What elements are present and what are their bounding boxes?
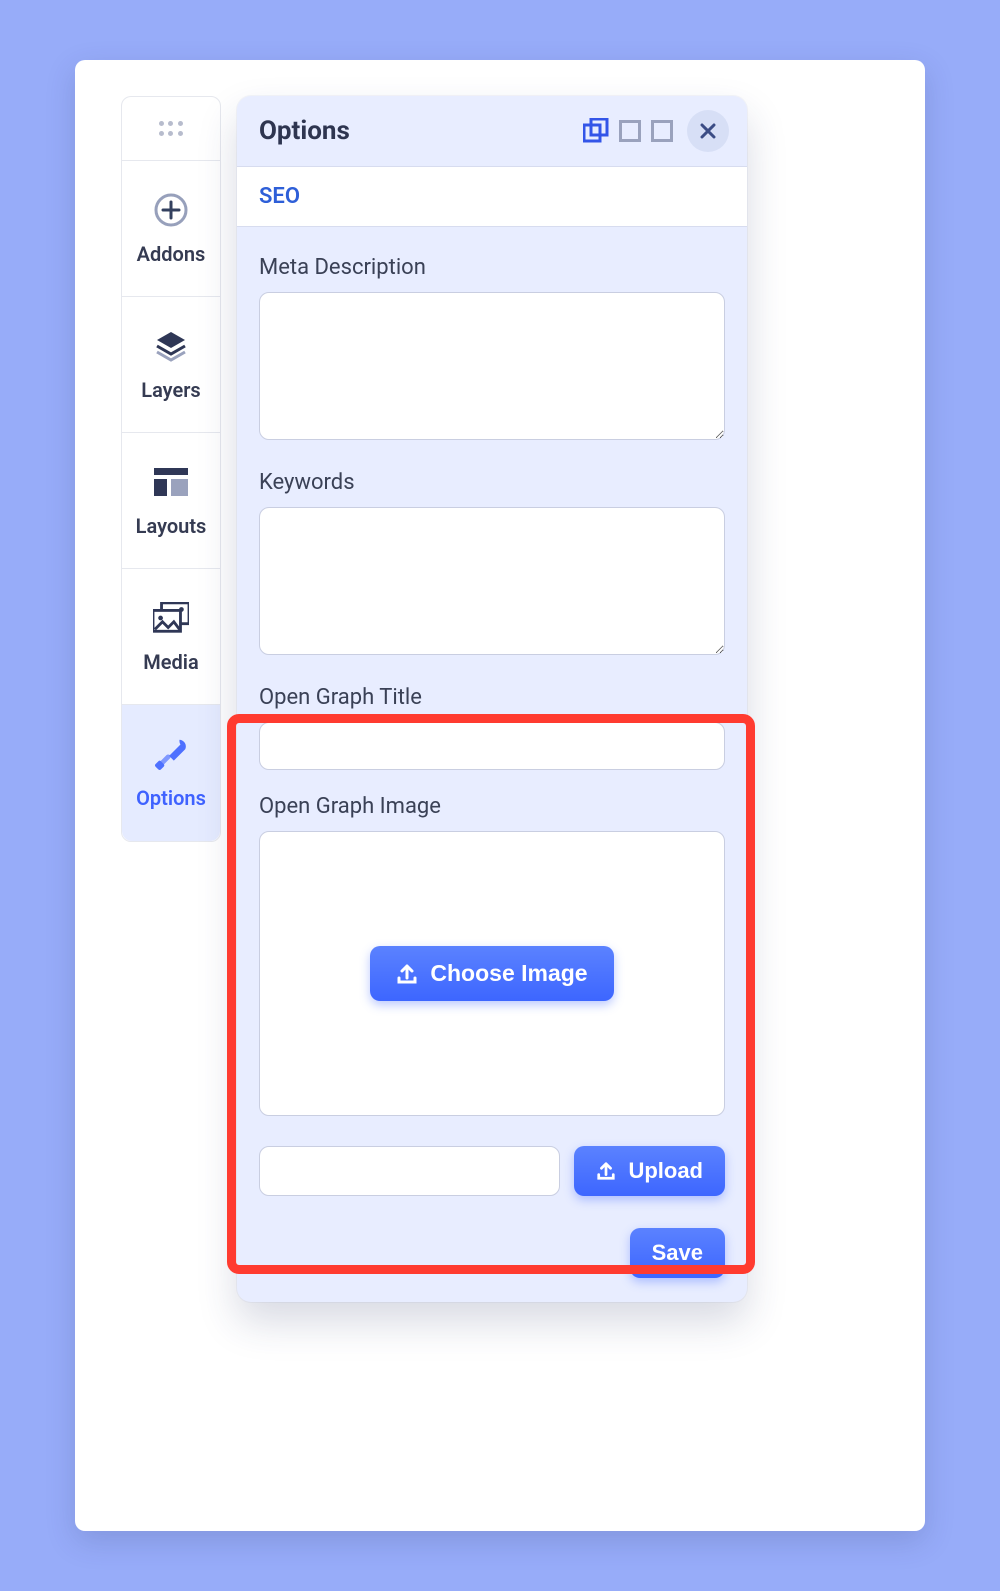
upload-icon xyxy=(396,963,418,985)
sidebar-item-layers[interactable]: Layers xyxy=(122,297,220,433)
upload-icon xyxy=(596,1161,616,1181)
sidebar-item-label: Layouts xyxy=(136,514,207,538)
layouts-icon xyxy=(153,464,189,500)
sidebar-item-label: Layers xyxy=(141,378,200,402)
field-meta-description: Meta Description xyxy=(259,255,725,446)
close-button[interactable] xyxy=(687,110,729,152)
upload-row: Upload xyxy=(259,1140,725,1196)
media-icon xyxy=(153,600,189,636)
panel-footer: Save xyxy=(237,1206,747,1302)
plus-circle-icon xyxy=(153,192,189,228)
close-icon xyxy=(699,122,717,140)
og-title-label: Open Graph Title xyxy=(259,685,725,710)
app-canvas: Addons Layers Layouts Media xyxy=(75,60,925,1531)
save-button[interactable]: Save xyxy=(630,1228,725,1278)
upload-button[interactable]: Upload xyxy=(574,1146,725,1196)
panel-body: Meta Description Keywords Open Graph Tit… xyxy=(237,227,747,1206)
sidebar: Addons Layers Layouts Media xyxy=(121,96,221,842)
tab-bar: SEO xyxy=(237,166,747,227)
sidebar-item-label: Addons xyxy=(137,242,206,266)
panel-header: Options xyxy=(237,96,747,166)
panel-layout-stacked-icon xyxy=(583,118,609,144)
sidebar-item-addons[interactable]: Addons xyxy=(122,161,220,297)
field-og-title: Open Graph Title xyxy=(259,685,725,770)
upload-label: Upload xyxy=(628,1158,703,1184)
choose-image-label: Choose Image xyxy=(430,960,587,987)
sidebar-item-media[interactable]: Media xyxy=(122,569,220,705)
meta-description-label: Meta Description xyxy=(259,255,725,280)
sidebar-item-layouts[interactable]: Layouts xyxy=(122,433,220,569)
sidebar-item-options[interactable]: Options xyxy=(122,705,220,841)
sidebar-item-label: Options xyxy=(136,786,206,810)
og-title-input[interactable] xyxy=(259,722,725,770)
upload-path-input[interactable] xyxy=(259,1146,560,1196)
options-panel: Options SEO Me xyxy=(237,96,747,1302)
meta-description-input[interactable] xyxy=(259,292,725,440)
panel-title: Options xyxy=(259,116,350,146)
panel-header-actions xyxy=(583,110,729,152)
sidebar-item-label: Media xyxy=(143,650,198,674)
field-og-image: Open Graph Image Choose Image xyxy=(259,794,725,1116)
keywords-input[interactable] xyxy=(259,507,725,655)
layers-icon xyxy=(153,328,189,364)
save-label: Save xyxy=(652,1240,703,1266)
tools-icon xyxy=(153,736,189,772)
og-image-label: Open Graph Image xyxy=(259,794,725,819)
drag-dots-icon xyxy=(159,121,183,137)
panel-layout-toggle[interactable] xyxy=(583,118,673,144)
panel-layout-square-icon xyxy=(619,120,641,142)
sidebar-drag-handle[interactable] xyxy=(122,97,220,161)
og-image-dropzone[interactable]: Choose Image xyxy=(259,831,725,1116)
field-keywords: Keywords xyxy=(259,470,725,661)
tab-seo[interactable]: SEO xyxy=(259,167,300,226)
choose-image-button[interactable]: Choose Image xyxy=(370,946,613,1001)
keywords-label: Keywords xyxy=(259,470,725,495)
panel-layout-square-icon xyxy=(651,120,673,142)
